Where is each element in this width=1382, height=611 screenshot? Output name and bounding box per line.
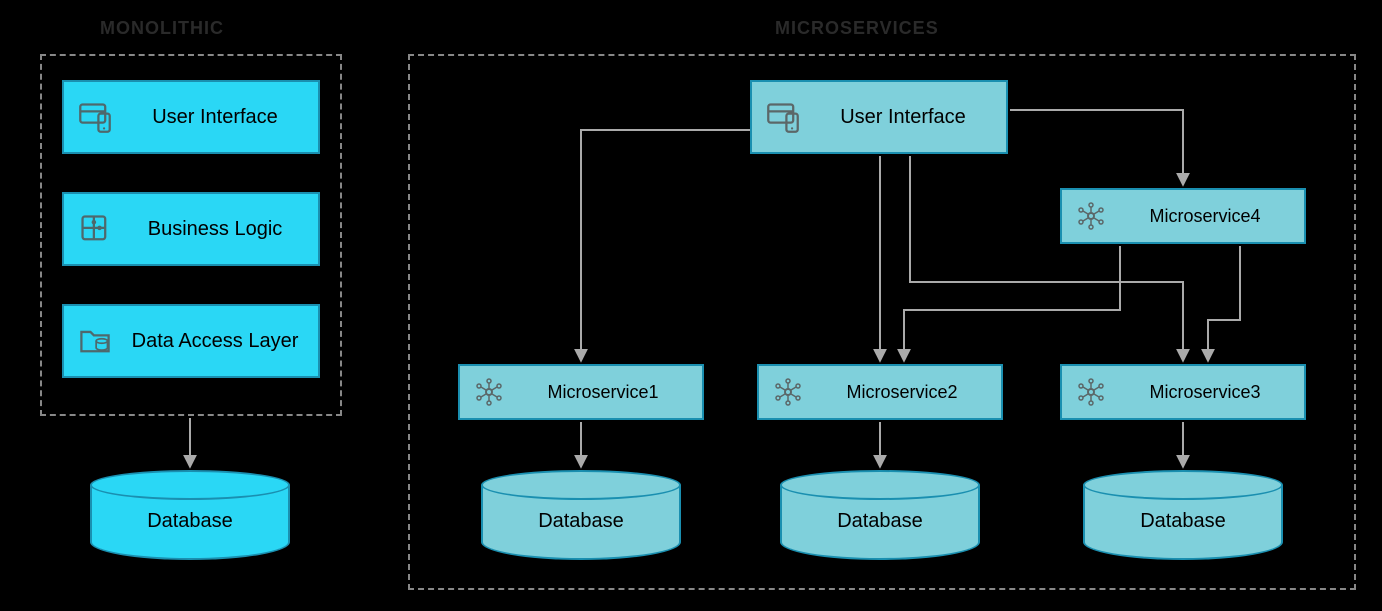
monolithic-layer-data-label: Data Access Layer <box>126 330 304 353</box>
service-icon <box>1076 377 1106 407</box>
microservice-2-label: Microservice2 <box>817 382 987 403</box>
monolithic-layer-data: Data Access Layer <box>62 304 320 378</box>
service-icon <box>1076 201 1106 231</box>
microservice-2: Microservice2 <box>757 364 1003 420</box>
microservice-4: Microservice4 <box>1060 188 1306 244</box>
monolithic-database-label: Database <box>90 510 290 533</box>
microservice-4-label: Microservice4 <box>1120 206 1290 227</box>
microservice-1: Microservice1 <box>458 364 704 420</box>
microservices-user-interface-label: User Interface <box>814 106 992 129</box>
microservices-title: MICROSERVICES <box>775 18 939 39</box>
microservice-3-label: Microservice3 <box>1120 382 1290 403</box>
monolithic-layer-ui-label: User Interface <box>126 106 304 129</box>
monolithic-layer-ui: User Interface <box>62 80 320 154</box>
service-icon <box>474 377 504 407</box>
monolithic-layer-logic: Business Logic <box>62 192 320 266</box>
monolithic-database: Database <box>90 470 290 560</box>
microservice-3-database: Database <box>1083 470 1283 560</box>
microservices-user-interface: User Interface <box>750 80 1008 154</box>
folder-db-icon <box>78 324 112 358</box>
ui-icon <box>766 100 800 134</box>
microservice-1-label: Microservice1 <box>518 382 688 403</box>
monolithic-title: MONOLITHIC <box>100 18 224 39</box>
puzzle-icon <box>78 212 112 246</box>
microservice-3: Microservice3 <box>1060 364 1306 420</box>
ui-icon <box>78 100 112 134</box>
service-icon <box>773 377 803 407</box>
microservice-1-database-label: Database <box>481 510 681 533</box>
microservice-1-database: Database <box>481 470 681 560</box>
monolithic-layer-logic-label: Business Logic <box>126 218 304 241</box>
microservice-2-database-label: Database <box>780 510 980 533</box>
microservice-2-database: Database <box>780 470 980 560</box>
microservice-3-database-label: Database <box>1083 510 1283 533</box>
